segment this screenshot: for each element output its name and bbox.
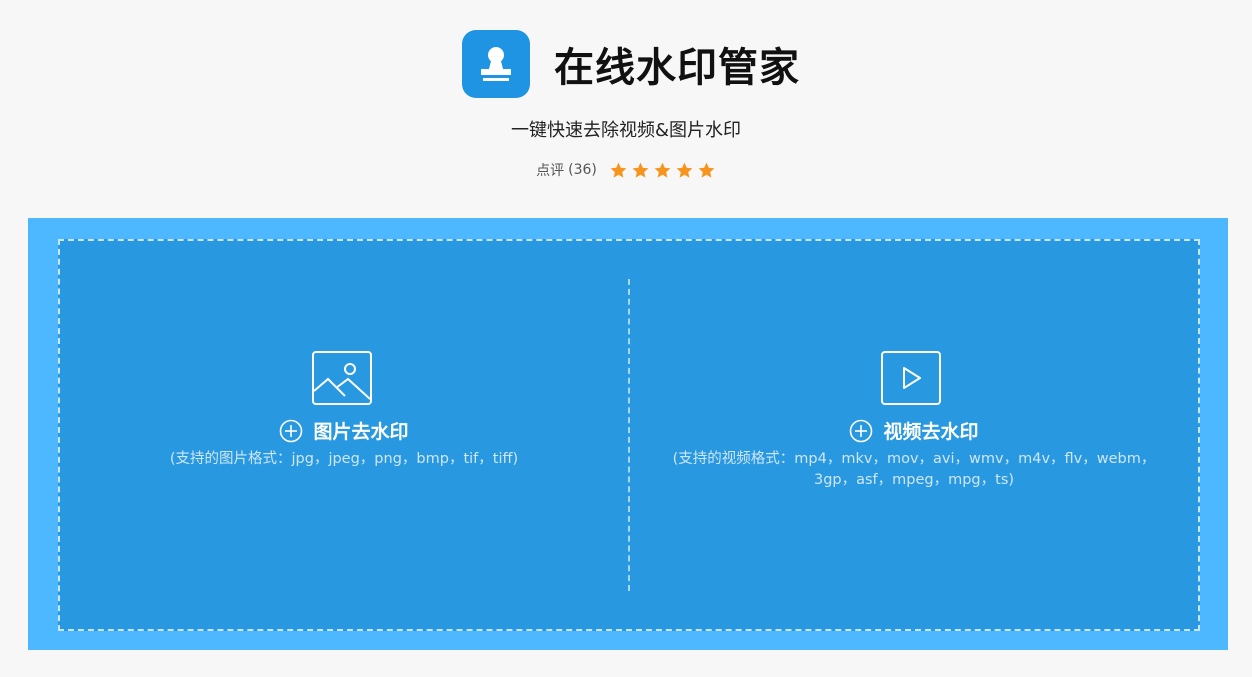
image-formats: (支持的图片格式：jpg，jpeg，png，bmp，tif，tiff) xyxy=(169,451,519,467)
plus-circle-icon xyxy=(280,419,303,442)
star-icon xyxy=(676,162,693,178)
video-play-icon xyxy=(881,351,941,405)
header: 在线水印管家 一键快速去除视频&图片水印 点评 (36) xyxy=(0,0,1252,218)
star-icon xyxy=(610,162,627,178)
upload-dropzone[interactable]: 图片去水印 (支持的图片格式：jpg，jpeg，png，bmp，tif，tiff… xyxy=(58,239,1200,631)
video-formats: (支持的视频格式：mp4，mkv，mov，avi，wmv，m4v，flv，web… xyxy=(672,451,1156,488)
stamp-icon xyxy=(462,30,530,98)
upload-area: 图片去水印 (支持的图片格式：jpg，jpeg，png，bmp，tif，tiff… xyxy=(28,218,1228,650)
image-icon xyxy=(312,351,372,405)
image-action-label: 图片去水印 xyxy=(313,421,409,443)
star-icon xyxy=(698,162,715,178)
app-title: 在线水印管家 xyxy=(554,45,800,91)
video-upload-panel[interactable]: 视频去水印 (支持的视频格式：mp4，mkv，mov，avi，wmv，m4v，f… xyxy=(630,241,1198,629)
app-subtitle: 一键快速去除视频&图片水印 xyxy=(510,120,742,141)
rating-label: 点评 xyxy=(536,163,565,179)
image-remove-watermark-button[interactable]: 图片去水印 xyxy=(60,417,628,444)
star-icon xyxy=(654,162,671,178)
plus-circle-icon xyxy=(850,419,873,442)
rating: 点评 (36) xyxy=(0,160,1252,180)
rating-count: (36) xyxy=(568,162,597,178)
video-remove-watermark-button[interactable]: 视频去水印 xyxy=(630,417,1198,444)
star-icon xyxy=(632,162,649,178)
video-action-label: 视频去水印 xyxy=(883,421,979,443)
rating-stars xyxy=(609,161,716,180)
logo-row: 在线水印管家 xyxy=(462,30,800,98)
image-upload-panel[interactable]: 图片去水印 (支持的图片格式：jpg，jpeg，png，bmp，tif，tiff… xyxy=(60,241,628,629)
